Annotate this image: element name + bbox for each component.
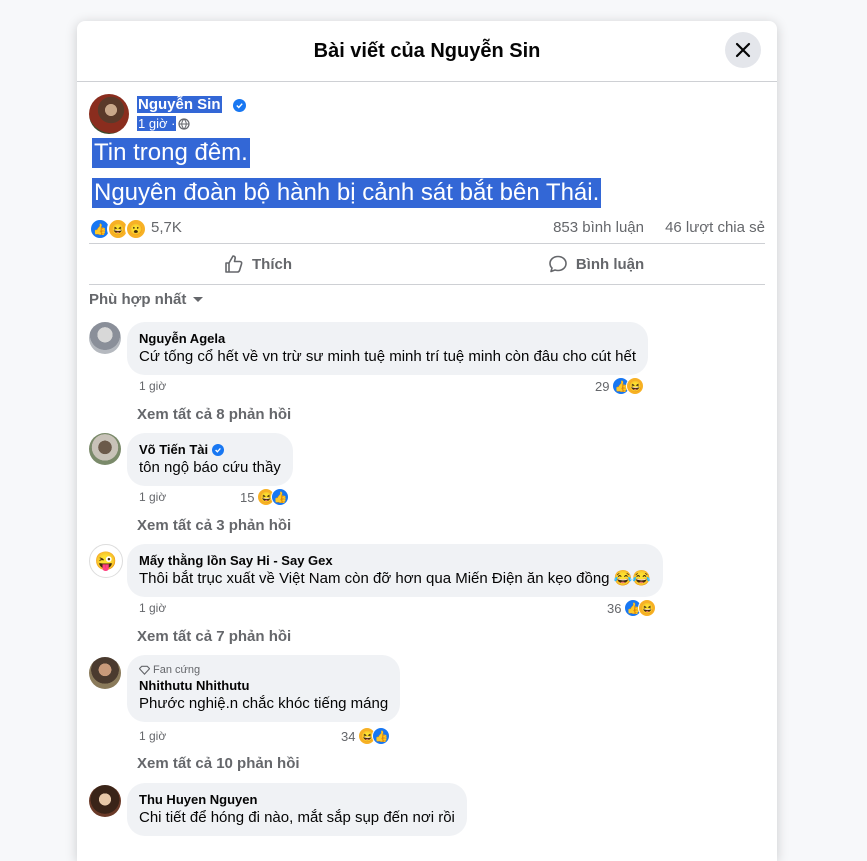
- comment-button[interactable]: Bình luận: [427, 244, 765, 284]
- commenter-name-row: Võ Tiến Tài: [139, 441, 281, 458]
- comment-icon: [549, 255, 567, 273]
- post-modal: Bài viết của Nguyễn Sin Nguyễn Sin 1 giờ…: [77, 21, 777, 861]
- comment-count[interactable]: 853 bình luận: [553, 219, 644, 236]
- author-name[interactable]: Nguyễn Sin: [137, 96, 222, 113]
- comment-reaction-count: 15: [240, 489, 255, 505]
- comment-text: Chi tiết để hóng đi nào, mắt sắp sụp đến…: [139, 809, 455, 826]
- comment-reaction-count: 36: [607, 600, 622, 616]
- comment-bubble: Thu Huyen Nguyen Chi tiết để hóng đi nào…: [127, 783, 467, 836]
- comment-text: Cứ tống cổ hết về vn trừ sư minh tuệ min…: [139, 348, 637, 365]
- comment-reactions[interactable]: 34 😆 👍: [341, 727, 391, 745]
- comment-time[interactable]: 1 giờ: [139, 601, 166, 615]
- chevron-down-icon: [193, 296, 204, 302]
- thumbs-up-icon: [225, 255, 243, 273]
- post-body: Tin trong đêm. Nguyên đoàn bộ hành bị cả…: [92, 138, 752, 218]
- comment-time[interactable]: 1 giờ: [139, 729, 166, 743]
- post-header: Nguyễn Sin 1 giờ ·: [89, 94, 765, 136]
- haha-reaction-icon: 😆: [626, 377, 645, 395]
- commenter-name[interactable]: Nguyễn Agela: [139, 330, 636, 347]
- fan-badge: Fan cứng: [139, 663, 388, 677]
- comment-bubble: Nguyễn Agela Cứ tống cổ hết về vn trừ sư…: [127, 322, 649, 375]
- verified-icon: [233, 99, 246, 112]
- view-replies-link[interactable]: Xem tất cả 7 phản hồi: [137, 628, 291, 645]
- comment-time[interactable]: 1 giờ: [139, 379, 166, 393]
- author-avatar[interactable]: [89, 94, 129, 134]
- comment-reactions[interactable]: 15 😆 👍: [240, 488, 290, 506]
- post-time[interactable]: 1 giờ ·: [137, 116, 177, 131]
- post-line-2: Nguyên đoàn bộ hành bị cảnh sát bắt bên …: [92, 178, 602, 208]
- reaction-summary[interactable]: 👍 😆 😮: [89, 218, 147, 240]
- action-bar: Thích Bình luận: [89, 243, 765, 285]
- haha-reaction-icon: 😆: [638, 599, 657, 617]
- avatar[interactable]: [89, 657, 121, 689]
- fan-badge-label: Fan cứng: [153, 664, 201, 676]
- like-reaction-icon: 👍: [271, 488, 290, 506]
- comment-text: Thôi bắt trục xuất về Việt Nam còn đỡ hơ…: [139, 570, 652, 587]
- commenter-name[interactable]: Võ Tiến Tài: [139, 441, 208, 458]
- comment-label: Bình luận: [575, 255, 645, 273]
- modal-header: Bài viết của Nguyễn Sin: [77, 21, 777, 82]
- comment-text: Phước nghiệ.n chắc khóc tiếng máng: [139, 695, 389, 712]
- avatar[interactable]: [89, 785, 121, 817]
- diamond-icon: [139, 665, 150, 675]
- comment-text: tôn ngộ báo cứu thầy: [139, 459, 281, 476]
- close-icon: [735, 42, 751, 58]
- like-button[interactable]: Thích: [89, 244, 427, 284]
- globe-icon: [178, 117, 191, 130]
- reaction-count[interactable]: 5,7K: [151, 219, 182, 236]
- modal-title: Bài viết của Nguyễn Sin: [313, 39, 541, 62]
- avatar[interactable]: 😜: [89, 544, 123, 578]
- post-stats: 👍 😆 😮 5,7K 853 bình luận 46 lượt chia sẻ: [89, 216, 765, 240]
- commenter-name[interactable]: Mấy thằng lồn Say Hi - Say Gex: [139, 552, 651, 569]
- comment-bubble: Fan cứng Nhithutu Nhithutu Phước nghiệ.n…: [127, 655, 401, 722]
- comment-reaction-count: 29: [595, 378, 610, 394]
- comment-bubble: Mấy thằng lồn Say Hi - Say Gex Thôi bắt …: [127, 544, 664, 597]
- avatar[interactable]: [89, 322, 121, 354]
- sort-label: Phù hợp nhất: [89, 291, 187, 308]
- comment-reactions[interactable]: 36 👍 😆: [607, 599, 657, 617]
- post-meta: 1 giờ ·: [137, 116, 191, 131]
- wow-reaction-icon: 😮: [125, 218, 147, 240]
- commenter-name[interactable]: Nhithutu Nhithutu: [139, 677, 388, 694]
- comment-reaction-count: 34: [341, 728, 356, 744]
- view-replies-link[interactable]: Xem tất cả 3 phản hồi: [137, 517, 291, 534]
- avatar[interactable]: [89, 433, 121, 465]
- close-button[interactable]: [725, 32, 761, 68]
- comment-time[interactable]: 1 giờ: [139, 490, 166, 504]
- sort-dropdown[interactable]: Phù hợp nhất: [89, 291, 204, 308]
- share-count[interactable]: 46 lượt chia sẻ: [665, 219, 765, 236]
- like-reaction-icon: 👍: [372, 727, 391, 745]
- verified-icon: [212, 443, 225, 456]
- view-replies-link[interactable]: Xem tất cả 8 phản hồi: [137, 406, 291, 423]
- comment-bubble: Võ Tiến Tài tôn ngộ báo cứu thầy: [127, 433, 293, 486]
- view-replies-link[interactable]: Xem tất cả 10 phản hồi: [137, 755, 300, 772]
- comment-reactions[interactable]: 29 👍 😆: [595, 377, 645, 395]
- post-line-1: Tin trong đêm.: [92, 138, 250, 168]
- like-label: Thích: [252, 255, 292, 273]
- commenter-name[interactable]: Thu Huyen Nguyen: [139, 791, 455, 808]
